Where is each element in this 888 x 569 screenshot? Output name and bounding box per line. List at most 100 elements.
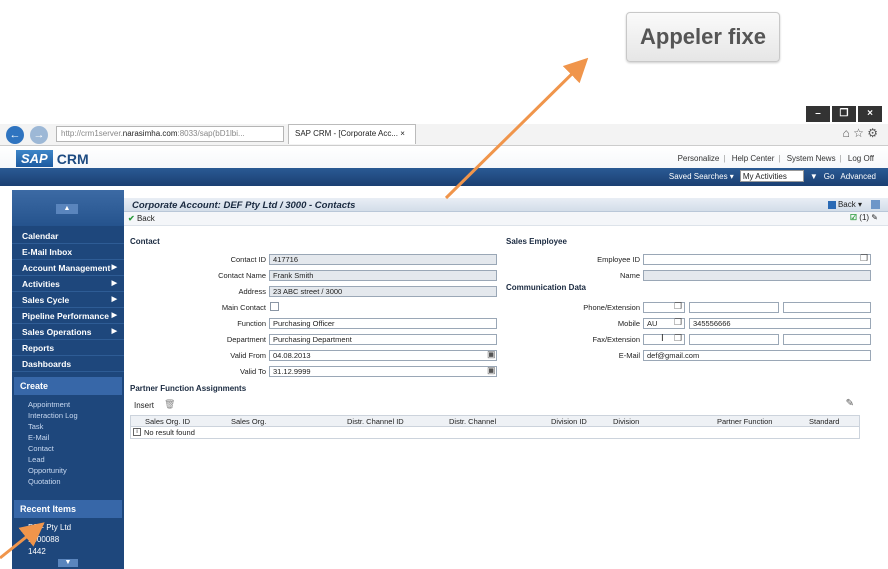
close-icon[interactable]: ×: [858, 106, 882, 122]
recent-item-link[interactable]: DEF Pty Ltd: [28, 523, 71, 532]
create-contact-link[interactable]: Contact: [28, 444, 54, 453]
collapse-up-icon[interactable]: ▲: [56, 204, 78, 214]
contact-name-field: Frank Smith: [269, 270, 497, 281]
browser-titlebar: [0, 106, 888, 124]
toolbar-icons: ☑ (1) ✎: [850, 213, 878, 222]
insert-button[interactable]: Insert: [134, 401, 154, 410]
minimize-icon[interactable]: –: [806, 106, 830, 122]
calendar-icon[interactable]: ▣: [487, 349, 496, 360]
email-field[interactable]: def@gmail.com: [643, 350, 871, 361]
chevron-down-icon[interactable]: ▼: [810, 172, 818, 181]
pencil-icon[interactable]: ✎: [846, 398, 854, 409]
saved-searches-dropdown[interactable]: Saved Searches ▾: [669, 172, 734, 181]
col-standard[interactable]: Standard: [809, 417, 839, 426]
value-help-icon[interactable]: ❐: [674, 301, 682, 312]
phone-number-field[interactable]: [689, 302, 779, 313]
help-center-link[interactable]: Help Center: [732, 154, 775, 163]
sidebar-item-sales-operations[interactable]: Sales Operations ▶: [12, 324, 124, 340]
saved-search-select[interactable]: My Activities: [739, 170, 804, 182]
valid-from-label: Valid From: [230, 351, 266, 360]
sidebar-item-dashboards[interactable]: Dashboards: [12, 356, 124, 372]
appeler-fixe-button[interactable]: Appeler fixe: [626, 12, 780, 62]
personalize-link[interactable]: Personalize: [678, 154, 720, 163]
gear-icon[interactable]: ⚙: [867, 126, 878, 140]
back-dropdown-button[interactable]: Back ▾: [827, 200, 862, 209]
col-distr-channel[interactable]: Distr. Channel: [449, 417, 496, 426]
star-icon[interactable]: ☆: [853, 126, 864, 140]
sidebar-item-label: Sales Operations: [22, 327, 92, 337]
employee-id-field[interactable]: [643, 254, 871, 265]
sidebar-item-calendar[interactable]: Calendar: [12, 228, 124, 244]
window-menu-icon[interactable]: [871, 200, 880, 209]
saved-search-controls: Saved Searches ▾ My Activities ▼ Go Adva…: [669, 170, 876, 182]
col-distr-channel-id[interactable]: Distr. Channel ID: [347, 417, 404, 426]
col-partner-function[interactable]: Partner Function: [717, 417, 772, 426]
top-links: Personalize | Help Center | System News | L…: [677, 154, 874, 163]
sidebar-item-reports[interactable]: Reports: [12, 340, 124, 356]
value-help-icon[interactable]: ❐: [860, 253, 868, 264]
phone-extension-field[interactable]: [783, 302, 871, 313]
fax-number-field[interactable]: [689, 334, 779, 345]
create-opportunity-link[interactable]: Opportunity: [28, 466, 67, 475]
back-arrow-icon[interactable]: ←: [6, 126, 24, 144]
sidebar-item-sales-cycle[interactable]: Sales Cycle ▶: [12, 292, 124, 308]
recent-item-link[interactable]: 1000088: [28, 535, 59, 544]
create-header: Create: [14, 377, 122, 395]
table-header: Sales Org. ID Sales Org. Distr. Channel …: [130, 415, 860, 427]
create-lead-link[interactable]: Lead: [28, 455, 45, 464]
log-off-link[interactable]: Log Off: [848, 154, 874, 163]
create-interaction-log-link[interactable]: Interaction Log: [28, 411, 78, 420]
col-division[interactable]: Division: [613, 417, 639, 426]
sidebar-item-pipeline-performance[interactable]: Pipeline Performance ▶: [12, 308, 124, 324]
sidebar-top: ▲: [12, 190, 124, 226]
window-controls: – ❐ ×: [806, 106, 882, 122]
mobile-number-field[interactable]: 345556666: [689, 318, 871, 329]
tab-close-icon[interactable]: ×: [400, 129, 405, 138]
address-bar[interactable]: http://crm1server.narasimha.com:8033/sap…: [56, 126, 284, 142]
collapse-down-icon[interactable]: ▼: [58, 559, 78, 567]
sidebar-item-label: Pipeline Performance: [22, 311, 109, 321]
page-title: Corporate Account: DEF Pty Ltd / 3000 - …: [132, 200, 356, 211]
logo-crm-text: CRM: [56, 150, 89, 167]
sidebar-item-account-management[interactable]: Account Management ▶: [12, 260, 124, 276]
main-contact-checkbox[interactable]: [270, 302, 279, 311]
forward-arrow-icon[interactable]: →: [30, 126, 48, 144]
employee-id-label: Employee ID: [597, 255, 640, 264]
address-prefix: http://crm1server.: [61, 129, 123, 138]
create-task-link[interactable]: Task: [28, 422, 43, 431]
col-division-id[interactable]: Division ID: [551, 417, 587, 426]
create-appointment-link[interactable]: Appointment: [28, 400, 70, 409]
recent-item-link[interactable]: 1442: [28, 547, 46, 556]
create-email-link[interactable]: E-Mail: [28, 433, 49, 442]
browser-tab[interactable]: SAP CRM - [Corporate Acc... ×: [288, 124, 416, 144]
function-field[interactable]: Purchasing Officer: [269, 318, 497, 329]
sidebar-item-label: Reports: [22, 343, 55, 353]
valid-to-field[interactable]: 31.12.9999: [269, 366, 497, 377]
col-sales-org-id[interactable]: Sales Org. ID: [145, 417, 190, 426]
trash-icon[interactable]: 🗑: [164, 399, 175, 410]
check-box-icon[interactable]: ☑: [850, 213, 857, 222]
value-help-icon[interactable]: ❐: [674, 317, 682, 328]
pin-icon[interactable]: ✎: [871, 213, 878, 222]
value-help-icon[interactable]: ❐: [674, 333, 682, 344]
sap-logo: SAP CRM: [16, 150, 89, 167]
advanced-link[interactable]: Advanced: [840, 172, 876, 181]
department-label: Department: [226, 335, 266, 344]
no-result-text: No result found: [144, 428, 195, 437]
calendar-icon[interactable]: ▣: [487, 365, 496, 376]
create-quotation-link[interactable]: Quotation: [28, 477, 61, 486]
home-icon[interactable]: ⌂: [843, 126, 850, 140]
fax-label: Fax/Extension: [592, 335, 640, 344]
sidebar-item-email-inbox[interactable]: E-Mail Inbox: [12, 244, 124, 260]
maximize-icon[interactable]: ❐: [832, 106, 856, 122]
fax-extension-field[interactable]: [783, 334, 871, 345]
go-button[interactable]: Go: [824, 172, 835, 181]
sales-employee-section-title: Sales Employee: [506, 237, 567, 246]
function-label: Function: [237, 319, 266, 328]
department-field[interactable]: Purchasing Department: [269, 334, 497, 345]
back-link[interactable]: ✔ Back: [128, 214, 155, 223]
sidebar-item-activities[interactable]: Activities ▶: [12, 276, 124, 292]
col-sales-org[interactable]: Sales Org.: [231, 417, 266, 426]
valid-from-field[interactable]: 04.08.2013: [269, 350, 497, 361]
system-news-link[interactable]: System News: [787, 154, 836, 163]
